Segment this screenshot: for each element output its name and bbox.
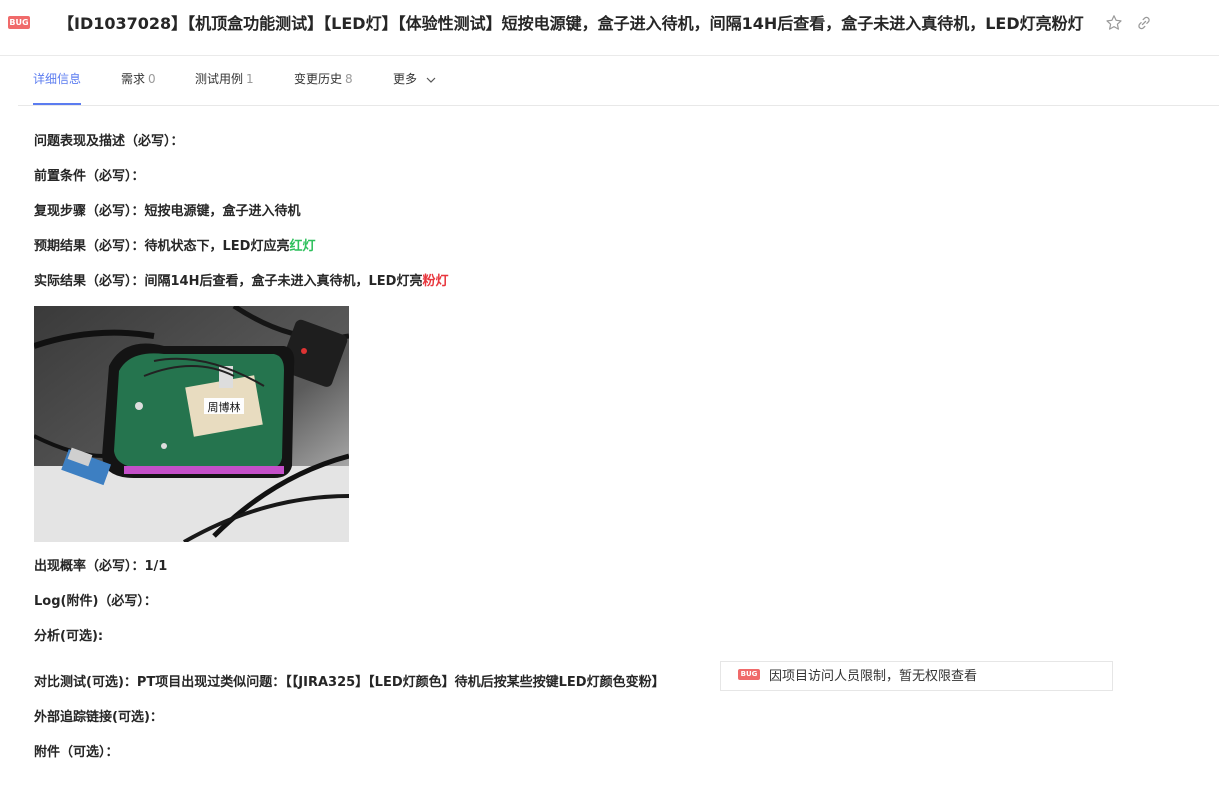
bug-badge: BUG [8,16,30,29]
field-log: Log(附件)（必写）： [34,593,157,611]
page-header: BUG 【ID1037028】【机顶盒功能测试】【LED灯】【体验性测试】短按电… [0,0,1219,56]
field-value: 短按电源键，盒子进入待机 [144,204,301,219]
tab-requirements[interactable]: 需求 0 [121,56,156,105]
tab-label: 详细信息 [33,72,82,86]
tab-more[interactable]: 更多 [393,56,437,105]
star-icon[interactable] [1105,14,1123,32]
field-label: 实际结果（必写）： [34,274,145,289]
field-external-link: 外部追踪链接(可选)： [34,709,163,727]
actual-highlight: 粉灯 [422,274,449,289]
field-label: Log(附件)（必写）： [34,594,157,609]
tab-change-history[interactable]: 变更历史 8 [294,56,353,105]
field-probability: 出现概率（必写）：1/1 [34,558,167,576]
tab-label: 需求 [121,72,146,86]
linked-issue-card[interactable]: BUG 因项目访问人员限制，暂无权限查看 [720,661,1113,691]
link-icon[interactable] [1135,14,1153,32]
field-attachment: 附件（可选）： [34,744,119,762]
field-label: 复现步骤（必写）： [34,204,145,219]
field-description: 问题表现及描述（必写）： [34,133,184,151]
field-label: 分析(可选): [34,629,104,644]
field-label: 问题表现及描述（必写）： [34,134,184,149]
field-label: 预期结果（必写）： [34,239,145,254]
field-label: 出现概率（必写）： [34,559,145,574]
tab-test-cases[interactable]: 测试用例 1 [195,56,254,105]
expected-highlight: 红灯 [289,239,316,254]
tab-details[interactable]: 详细信息 [33,56,82,105]
field-expected: 预期结果（必写）：待机状态下，LED灯应亮红灯 [34,238,316,256]
tab-label: 变更历史 [294,72,343,86]
tab-bar: 详细信息 需求 0 测试用例 1 变更历史 8 更多 [18,56,1219,106]
issue-title: 【ID1037028】【机顶盒功能测试】【LED灯】【体验性测试】短按电源键，盒… [58,14,1084,33]
tab-label: 测试用例 [195,72,244,86]
field-steps: 复现步骤（必写）：短按电源键，盒子进入待机 [34,203,301,221]
linked-issue-text: 因项目访问人员限制，暂无权限查看 [769,669,978,684]
field-compare: 对比测试(可选)：PT项目出现过类似问题：【【JIRA325】【LED灯颜色】待… [34,674,665,692]
tab-count: 0 [148,72,156,86]
field-value: 1/1 [144,559,168,574]
field-label: 前置条件（必写）： [34,169,145,184]
field-value: 间隔14H后查看，盒子未进入真待机，LED灯亮 [144,274,423,289]
photo-label: 周博林 [208,400,241,414]
attachment-photo[interactable]: 周博林 [34,306,349,542]
field-value: 待机状态下，LED灯应亮 [144,239,290,254]
field-value: PT项目出现过类似问题：【【JIRA325】【LED灯颜色】待机后按某些按键LE… [136,675,665,690]
field-precondition: 前置条件（必写）： [34,168,145,186]
tab-label: 更多 [393,72,418,86]
field-actual: 实际结果（必写）：间隔14H后查看，盒子未进入真待机，LED灯亮粉灯 [34,273,448,291]
field-label: 外部追踪链接(可选)： [34,710,163,725]
tab-count: 8 [345,72,353,86]
field-analysis: 分析(可选): [34,628,103,646]
chevron-down-icon [426,77,436,83]
bug-badge: BUG [738,669,760,680]
tab-count: 1 [246,72,254,86]
field-label: 附件（可选）： [34,745,119,760]
field-label: 对比测试(可选)： [34,675,137,690]
